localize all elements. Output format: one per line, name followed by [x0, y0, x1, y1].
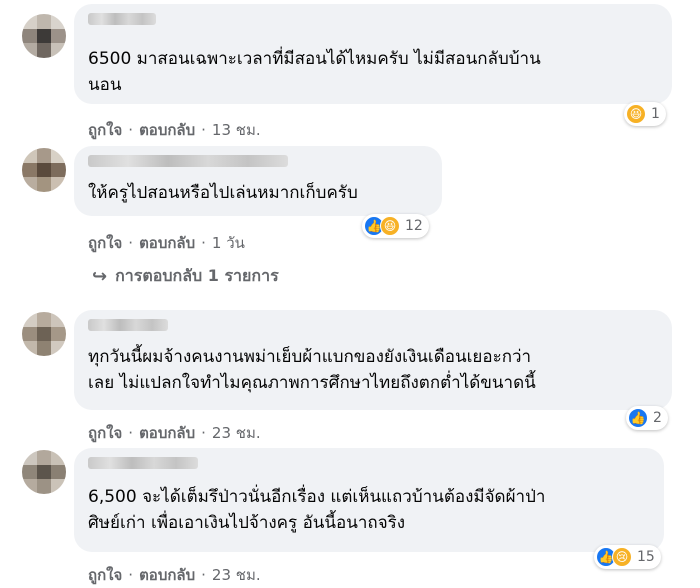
like-button[interactable]: ถูกใจ [88, 118, 122, 142]
separator-dot: · [128, 234, 134, 252]
comment-timestamp[interactable]: 1 วัน [212, 231, 245, 255]
haha-reaction-icon: 😆 [626, 104, 646, 124]
comment-timestamp[interactable]: 23 ชม. [212, 563, 261, 587]
reaction-count: 12 [405, 218, 423, 234]
avatar[interactable] [22, 312, 66, 356]
reaction-count: 2 [653, 410, 662, 426]
comment-text: ให้ครูไปสอนหรือไปเล่นหมากเก็บครับ [88, 183, 358, 203]
reaction-count: 1 [651, 106, 660, 122]
commenter-name-blurred[interactable] [88, 13, 156, 25]
like-button[interactable]: ถูกใจ [88, 231, 122, 255]
separator-dot: · [201, 121, 206, 139]
comment-actions: ถูกใจ · ตอบกลับ · 13 ชม. [88, 118, 261, 142]
separator-dot: · [128, 566, 134, 584]
reply-button[interactable]: ตอบกลับ [139, 563, 195, 587]
commenter-name-blurred[interactable] [88, 155, 288, 167]
reply-arrow-icon: ↪ [92, 266, 108, 287]
separator-dot: · [128, 424, 134, 442]
reaction-count: 15 [637, 549, 655, 565]
reaction-summary[interactable]: 👍 😢 15 [594, 545, 661, 569]
avatar[interactable] [22, 14, 66, 58]
separator-dot: · [128, 121, 134, 139]
separator-dot: · [201, 424, 206, 442]
like-button[interactable]: ถูกใจ [88, 421, 122, 445]
reaction-summary[interactable]: 😆 1 [624, 102, 666, 126]
sad-reaction-icon: 😢 [612, 547, 632, 567]
reply-button[interactable]: ตอบกลับ [139, 231, 195, 255]
separator-dot: · [201, 566, 206, 584]
reply-button[interactable]: ตอบกลับ [139, 118, 195, 142]
reaction-summary[interactable]: 👍 2 [626, 406, 668, 430]
comment-bubble: 6,500 จะได้เต็มรึป่าวนั่นอีกเรื่อง แต่เห… [74, 448, 664, 552]
comment-actions: ถูกใจ · ตอบกลับ · 23 ชม. [88, 421, 261, 445]
commenter-name-blurred[interactable] [88, 457, 198, 469]
commenter-name-blurred[interactable] [88, 319, 168, 331]
like-button[interactable]: ถูกใจ [88, 563, 122, 587]
haha-reaction-icon: 😆 [380, 216, 400, 236]
comment-text: 6500 มาสอนเฉพาะเวลาที่มีสอนได้ไหมครับ ไม… [88, 49, 541, 95]
separator-dot: · [201, 234, 206, 252]
comment-bubble: 6500 มาสอนเฉพาะเวลาที่มีสอนได้ไหมครับ ไม… [74, 4, 672, 104]
view-replies-link[interactable]: ↪ การตอบกลับ 1 รายการ [92, 264, 279, 289]
reply-button[interactable]: ตอบกลับ [139, 421, 195, 445]
comment-bubble: ให้ครูไปสอนหรือไปเล่นหมากเก็บครับ [74, 146, 442, 216]
avatar[interactable] [22, 148, 66, 192]
comment-text: 6,500 จะได้เต็มรึป่าวนั่นอีกเรื่อง แต่เห… [88, 487, 546, 533]
like-reaction-icon: 👍 [628, 408, 648, 428]
comment-bubble: ทุกวันนี้ผมจ้างคนงานพม่าเย็บผ้าแบกของยัง… [74, 310, 672, 410]
comment-timestamp[interactable]: 13 ชม. [212, 118, 261, 142]
comment-actions: ถูกใจ · ตอบกลับ · 1 วัน [88, 231, 245, 255]
comment-timestamp[interactable]: 23 ชม. [212, 421, 261, 445]
view-replies-label: การตอบกลับ 1 รายการ [115, 266, 279, 285]
comment-actions: ถูกใจ · ตอบกลับ · 23 ชม. [88, 563, 261, 587]
avatar[interactable] [22, 450, 66, 494]
reaction-summary[interactable]: 👍 😆 12 [362, 214, 429, 238]
comment-text: ทุกวันนี้ผมจ้างคนงานพม่าเย็บผ้าแบกของยัง… [88, 347, 536, 393]
